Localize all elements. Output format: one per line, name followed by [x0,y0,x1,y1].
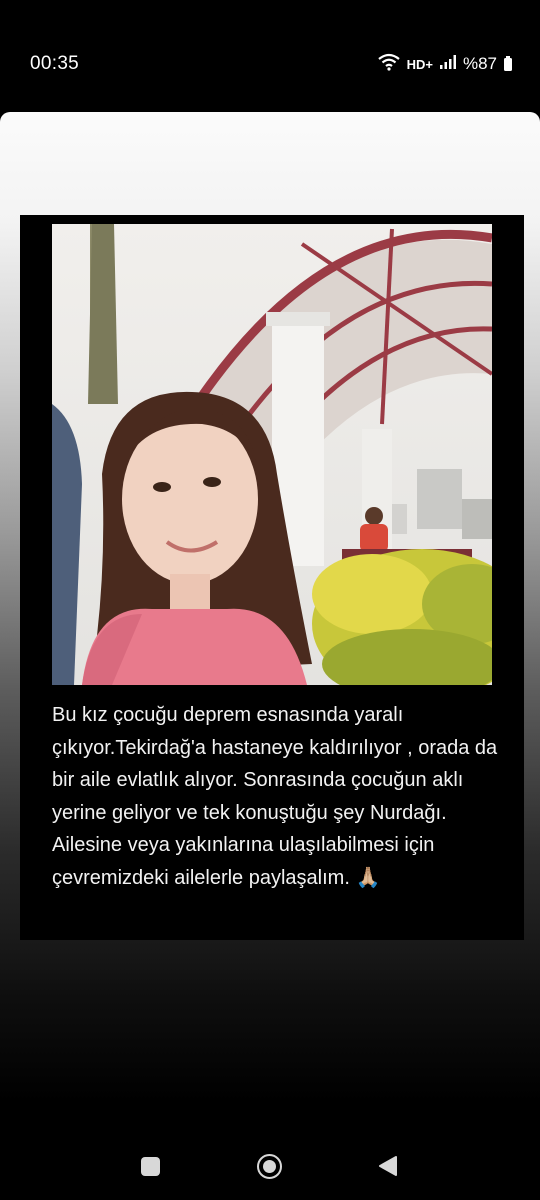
post-text: Bu kız çocuğu deprem esnasında yaralı çı… [52,699,512,894]
recents-icon[interactable] [141,1157,160,1176]
status-icons: HD+ %87 [377,52,512,76]
battery-percent: %87 [462,54,497,73]
network-type-label: HD+ [406,56,433,72]
status-bar: 00:35 HD+ %87 [0,0,540,112]
home-icon[interactable] [257,1154,282,1179]
praying-hands-icon: 🙏🏼 [355,866,381,889]
photo-illustration [52,224,492,685]
navigation-bar [0,1132,540,1200]
post-body: Bu kız çocuğu deprem esnasında yaralı çı… [52,704,498,889]
status-time: 00:35 [30,53,80,74]
back-icon[interactable] [378,1155,398,1177]
battery-icon [504,55,512,71]
wifi-icon [377,53,400,76]
post-photo[interactable] [52,224,492,685]
signal-icon [439,54,456,74]
post-card: Bu kız çocuğu deprem esnasında yaralı çı… [20,215,524,940]
